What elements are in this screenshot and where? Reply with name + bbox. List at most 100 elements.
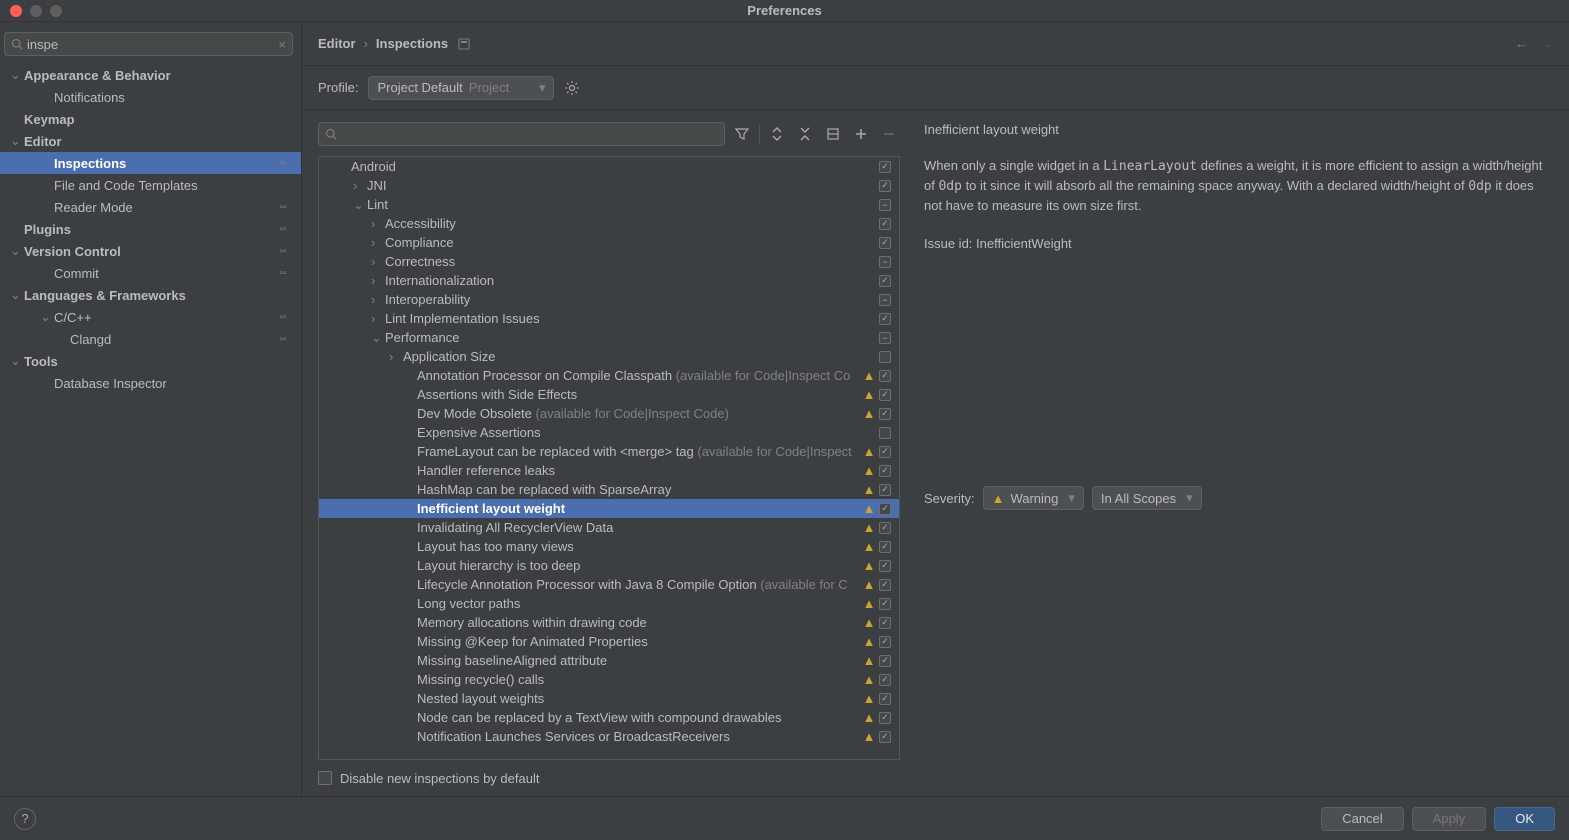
inspection-checkbox[interactable]: ✓ [877,579,893,591]
inspection-row[interactable]: ⌄Lint − [319,195,899,214]
inspection-checkbox[interactable]: ✓ [877,617,893,629]
inspection-row[interactable]: Layout hierarchy is too deep ▲✓ [319,556,899,575]
inspection-row[interactable]: Assertions with Side Effects ▲✓ [319,385,899,404]
popup-icon[interactable] [458,38,470,50]
inspection-row[interactable]: Memory allocations within drawing code ▲… [319,613,899,632]
severity-select[interactable]: ▲ Warning ▾ [983,486,1084,510]
inspection-row[interactable]: ›Accessibility ✓ [319,214,899,233]
add-icon[interactable] [850,123,872,145]
sidebar-item-file-and-code-templates[interactable]: File and Code Templates [0,174,301,196]
disable-inspections-checkbox[interactable]: Disable new inspections by default [318,771,539,786]
inspection-checkbox[interactable]: ✓ [877,541,893,553]
inspection-row[interactable]: Missing baselineAligned attribute ▲✓ [319,651,899,670]
inspection-checkbox[interactable]: − [877,332,893,344]
sidebar-item-commit[interactable]: Commit▫▫ [0,262,301,284]
inspection-checkbox[interactable]: ✓ [877,522,893,534]
close-window-button[interactable] [10,5,22,17]
inspection-checkbox[interactable]: ✓ [877,389,893,401]
inspection-checkbox[interactable]: ✓ [877,484,893,496]
inspection-checkbox[interactable] [877,351,893,363]
inspection-row[interactable]: Missing @Keep for Animated Properties ▲✓ [319,632,899,651]
inspection-row[interactable]: FrameLayout can be replaced with <merge>… [319,442,899,461]
inspection-row[interactable]: Missing recycle() calls ▲✓ [319,670,899,689]
inspection-row[interactable]: ⌄Performance − [319,328,899,347]
inspection-checkbox[interactable]: − [877,199,893,211]
cancel-button[interactable]: Cancel [1321,807,1403,831]
sidebar-item-c-c-[interactable]: ⌄C/C++▫▫ [0,306,301,328]
remove-icon[interactable] [878,123,900,145]
settings-search-input[interactable] [27,37,278,52]
inspection-checkbox[interactable]: ✓ [877,465,893,477]
inspection-row[interactable]: Notification Launches Services or Broadc… [319,727,899,746]
inspection-checkbox[interactable]: ✓ [877,560,893,572]
sidebar-item-inspections[interactable]: Inspections▫▫ [0,152,301,174]
sidebar-item-appearance-behavior[interactable]: ⌄Appearance & Behavior [0,64,301,86]
inspection-row[interactable]: HashMap can be replaced with SparseArray… [319,480,899,499]
inspection-row[interactable]: Expensive Assertions [319,423,899,442]
inspection-checkbox[interactable]: ✓ [877,712,893,724]
maximize-window-button[interactable] [50,5,62,17]
filter-icon[interactable] [731,123,753,145]
sidebar-item-languages-frameworks[interactable]: ⌄Languages & Frameworks [0,284,301,306]
sidebar-item-editor[interactable]: ⌄Editor [0,130,301,152]
sidebar-item-tools[interactable]: ⌄Tools [0,350,301,372]
inspection-row[interactable]: Lifecycle Annotation Processor with Java… [319,575,899,594]
inspection-checkbox[interactable]: ✓ [877,408,893,420]
settings-search[interactable]: × [4,32,293,56]
inspection-row[interactable]: ›Interoperability − [319,290,899,309]
sidebar-item-keymap[interactable]: Keymap [0,108,301,130]
sidebar-item-clangd[interactable]: Clangd▫▫ [0,328,301,350]
nav-back-icon[interactable]: ← [1515,36,1528,51]
inspection-row[interactable]: Dev Mode Obsolete (available for Code|In… [319,404,899,423]
inspection-row[interactable]: Android ✓ [319,157,899,176]
inspection-checkbox[interactable]: ✓ [877,598,893,610]
expand-all-icon[interactable] [766,123,788,145]
inspection-row[interactable]: Long vector paths ▲✓ [319,594,899,613]
scope-select[interactable]: In All Scopes ▾ [1092,486,1202,510]
inspection-checkbox[interactable]: ✓ [877,275,893,287]
inspection-checkbox[interactable]: ✓ [877,161,893,173]
apply-button[interactable]: Apply [1412,807,1487,831]
collapse-all-icon[interactable] [794,123,816,145]
inspection-checkbox[interactable]: ✓ [877,313,893,325]
gear-icon[interactable] [564,80,580,96]
inspection-checkbox[interactable]: ✓ [877,503,893,515]
inspection-row[interactable]: ›Lint Implementation Issues ✓ [319,309,899,328]
inspection-checkbox[interactable]: ✓ [877,218,893,230]
sidebar-item-database-inspector[interactable]: Database Inspector [0,372,301,394]
inspection-checkbox[interactable]: − [877,294,893,306]
inspection-row[interactable]: Invalidating All RecyclerView Data ▲✓ [319,518,899,537]
sidebar-item-reader-mode[interactable]: Reader Mode▫▫ [0,196,301,218]
profile-select[interactable]: Project Default Project ▾ [368,76,554,100]
inspection-row[interactable]: ›Application Size [319,347,899,366]
inspection-checkbox[interactable]: ✓ [877,446,893,458]
inspection-row[interactable]: Nested layout weights ▲✓ [319,689,899,708]
inspections-search[interactable] [318,122,725,146]
inspection-checkbox[interactable] [877,427,893,439]
inspection-row[interactable]: ›Correctness − [319,252,899,271]
inspection-checkbox[interactable]: ✓ [877,237,893,249]
sidebar-item-version-control[interactable]: ⌄Version Control▫▫ [0,240,301,262]
minimize-window-button[interactable] [30,5,42,17]
inspection-checkbox[interactable]: ✓ [877,180,893,192]
inspections-tree[interactable]: Android ✓›JNI ✓⌄Lint −›Accessibility ✓›C… [319,157,899,759]
inspection-row[interactable]: Node can be replaced by a TextView with … [319,708,899,727]
inspection-checkbox[interactable]: ✓ [877,370,893,382]
inspection-row[interactable]: Handler reference leaks ▲✓ [319,461,899,480]
inspection-checkbox[interactable]: ✓ [877,731,893,743]
inspection-row[interactable]: Annotation Processor on Compile Classpat… [319,366,899,385]
clear-search-icon[interactable]: × [278,37,286,52]
help-button[interactable]: ? [14,808,36,830]
inspection-row[interactable]: ›JNI ✓ [319,176,899,195]
inspection-checkbox[interactable]: ✓ [877,693,893,705]
sidebar-item-notifications[interactable]: Notifications [0,86,301,108]
reset-icon[interactable] [822,123,844,145]
inspection-row[interactable]: ›Compliance ✓ [319,233,899,252]
ok-button[interactable]: OK [1494,807,1555,831]
inspection-row[interactable]: ›Internationalization ✓ [319,271,899,290]
inspection-checkbox[interactable]: ✓ [877,655,893,667]
inspection-checkbox[interactable]: − [877,256,893,268]
sidebar-item-plugins[interactable]: Plugins▫▫ [0,218,301,240]
inspection-checkbox[interactable]: ✓ [877,636,893,648]
breadcrumb-parent[interactable]: Editor [318,36,356,51]
